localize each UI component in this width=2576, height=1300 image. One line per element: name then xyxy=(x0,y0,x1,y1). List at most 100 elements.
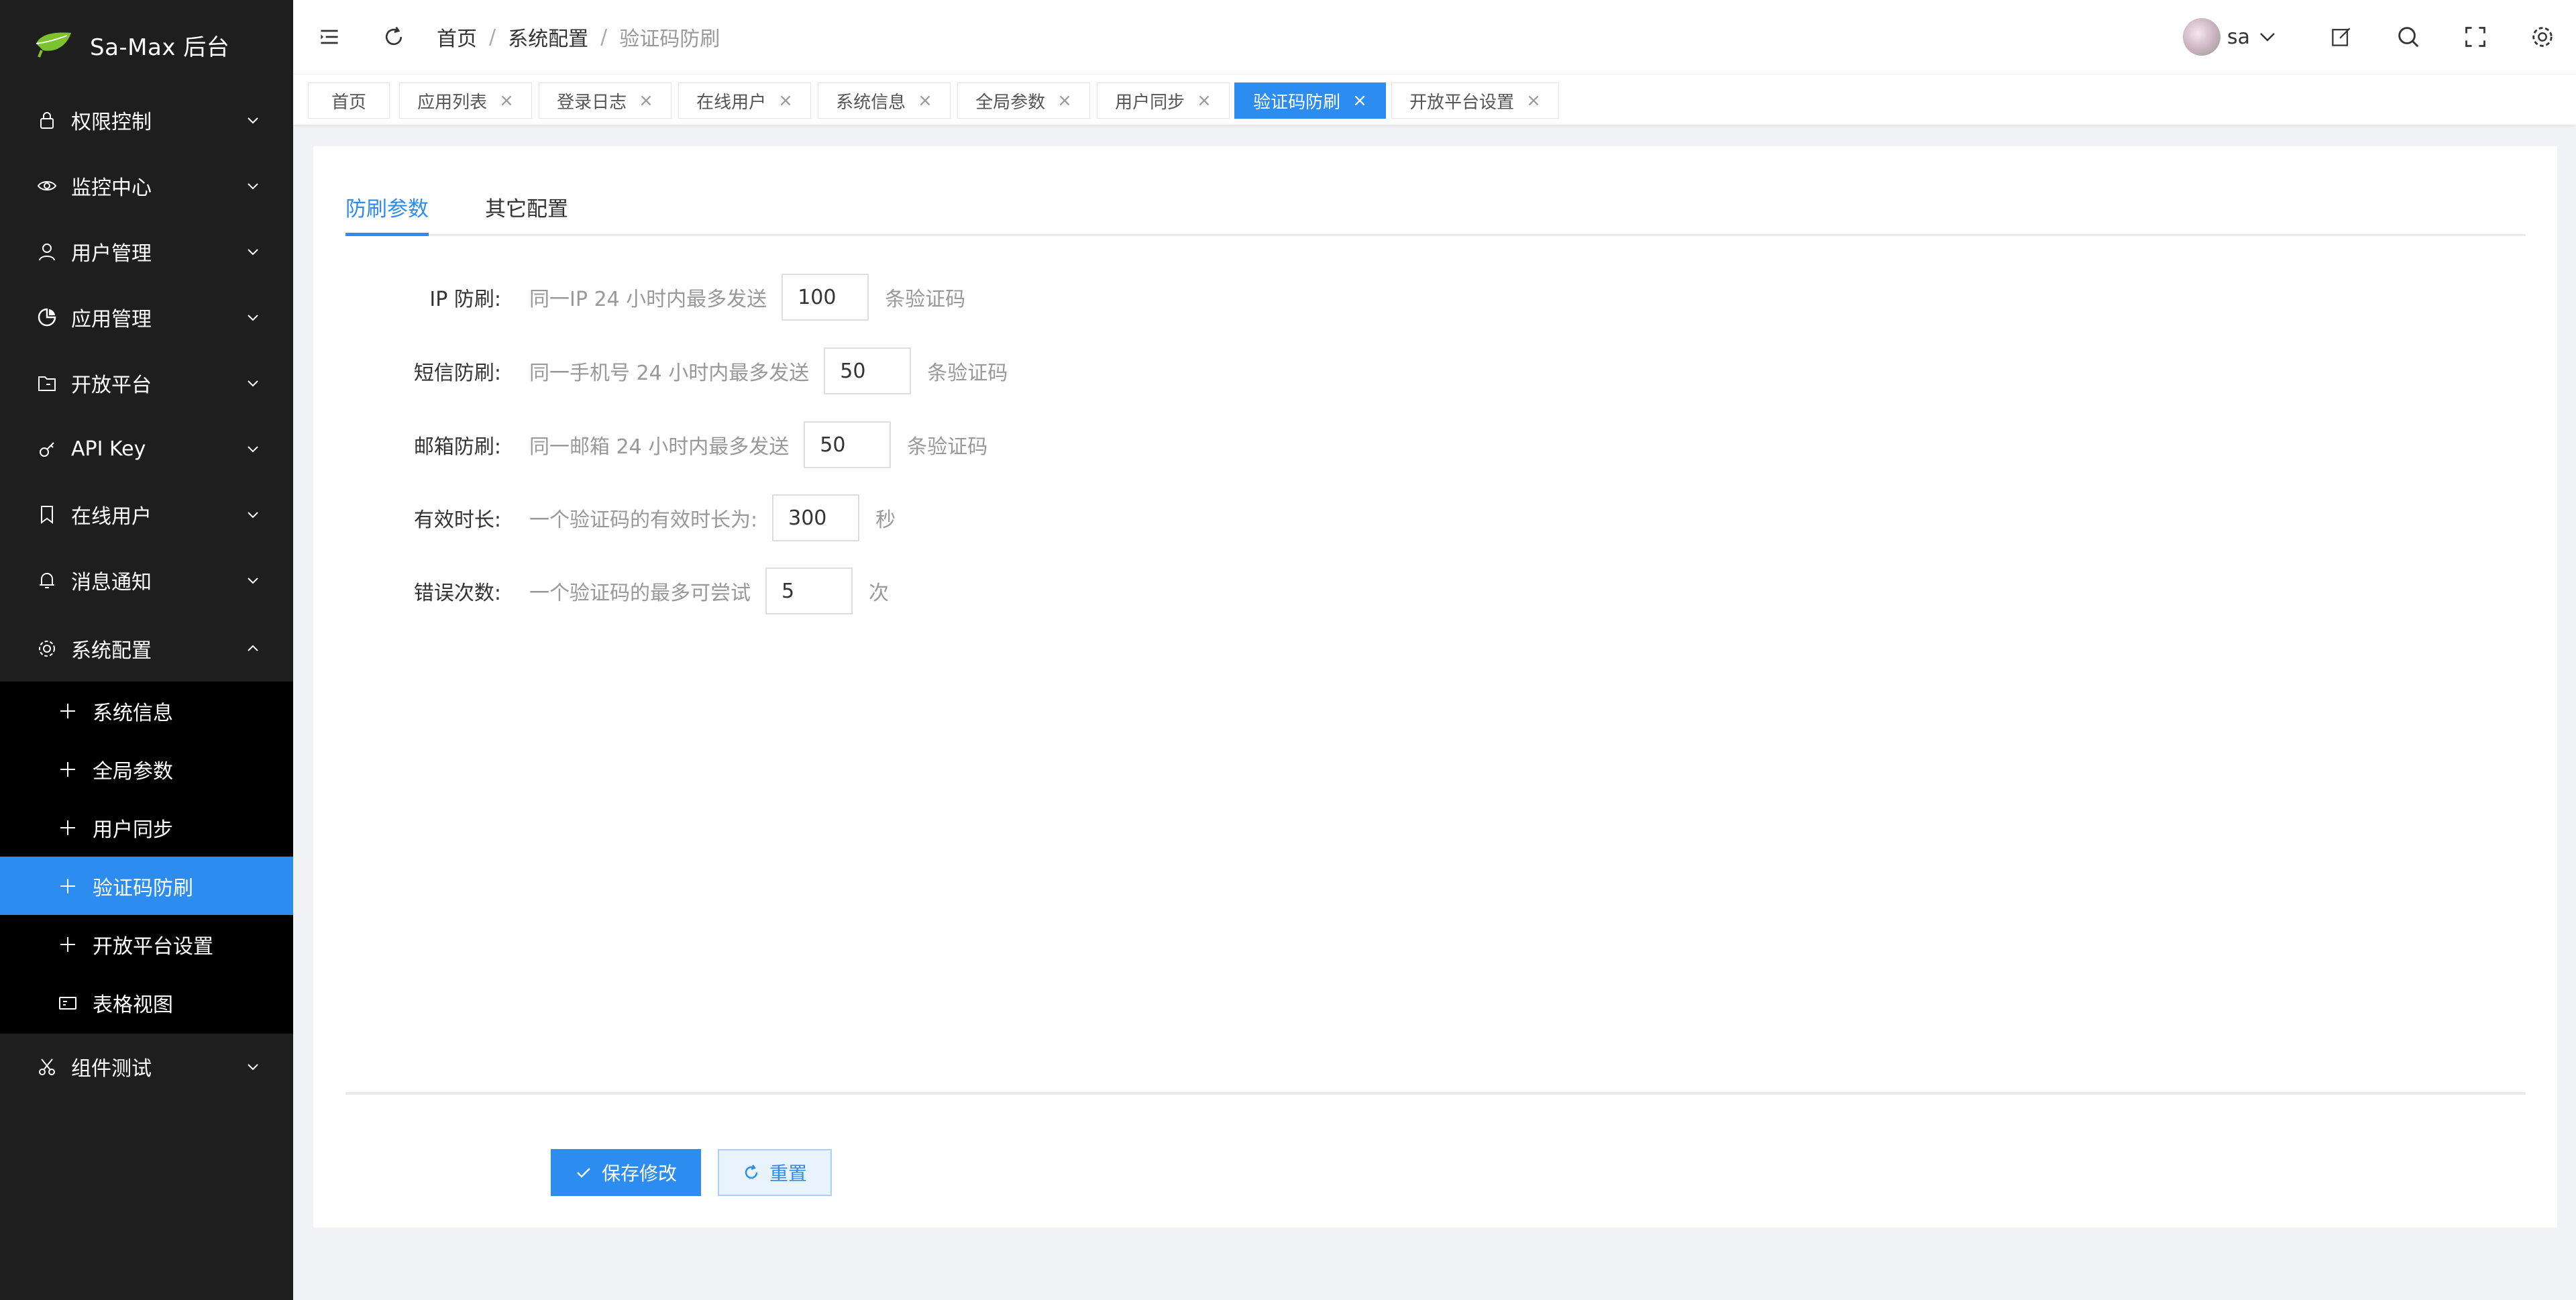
breadcrumb-home[interactable]: 首页 xyxy=(437,22,477,52)
tab-captcha-antispam[interactable]: 验证码防刷 × xyxy=(1234,83,1386,119)
tab-label: 全局参数 xyxy=(975,92,1046,113)
chevron-down-icon xyxy=(245,243,261,260)
form-description: 同一IP 24 小时内最多发送 xyxy=(529,288,767,311)
max-attempts-input[interactable] xyxy=(765,567,853,614)
form-row-ip-limit: IP 防刷: 同一IP 24 小时内最多发送 条验证码 xyxy=(345,274,965,321)
sidebar-subitem-label: 表格视图 xyxy=(93,993,173,1017)
chart-icon xyxy=(36,307,58,328)
email-limit-input[interactable] xyxy=(804,421,892,468)
form-unit: 条验证码 xyxy=(907,435,988,459)
sidebar-item-label: 开放平台 xyxy=(71,374,152,397)
edit-icon[interactable] xyxy=(2328,23,2355,50)
chevron-down-icon xyxy=(245,375,261,391)
chevron-down-icon xyxy=(245,506,261,523)
sidebar-item-system-config[interactable]: 系统配置 xyxy=(0,616,293,682)
sidebar-item-api-key[interactable]: API Key xyxy=(0,416,293,482)
save-button[interactable]: 保存修改 xyxy=(551,1149,701,1196)
sidebar-subitem-label: 开放平台设置 xyxy=(93,934,213,959)
sidebar-item-label: 应用管理 xyxy=(71,308,152,331)
scissors-icon xyxy=(36,1056,58,1077)
sidebar-subitem-label: 系统信息 xyxy=(93,701,173,725)
refresh-icon[interactable] xyxy=(380,23,407,50)
key-icon xyxy=(36,438,58,459)
form-description: 同一邮箱 24 小时内最多发送 xyxy=(529,435,790,459)
config-tabs: 防刷参数 其它配置 xyxy=(345,180,2526,236)
app-logo[interactable]: Sa-Max 后台 xyxy=(0,0,293,90)
breadcrumb-separator: / xyxy=(600,25,608,49)
tab-antispam-params[interactable]: 防刷参数 xyxy=(345,192,429,236)
form-label: 邮箱防刷: xyxy=(413,435,501,459)
tab-user-sync[interactable]: 用户同步 × xyxy=(1097,83,1230,119)
sidebar-subitem-global-params[interactable]: 全局参数 xyxy=(0,740,293,798)
sidebar-subitem-system-info[interactable]: 系统信息 xyxy=(0,682,293,740)
leaf-logo-icon xyxy=(36,32,71,58)
close-icon[interactable]: × xyxy=(918,91,932,111)
checkmark-icon xyxy=(575,1164,592,1181)
tab-open-platform-settings[interactable]: 开放平台设置 × xyxy=(1391,83,1559,119)
header-actions: sa xyxy=(2182,0,2576,74)
chevron-down-icon xyxy=(245,441,261,457)
bookmark-icon xyxy=(36,504,58,525)
tab-label: 验证码防刷 xyxy=(1253,92,1341,113)
save-button-label: 保存修改 xyxy=(601,1162,677,1185)
form-row-valid-duration: 有效时长: 一个验证码的有效时长为: 秒 xyxy=(345,494,896,541)
close-icon[interactable]: × xyxy=(778,91,793,111)
sidebar-item-label: 在线用户 xyxy=(71,505,152,529)
tab-other-config[interactable]: 其它配置 xyxy=(485,192,568,234)
sidebar-subitem-captcha-antispam[interactable]: 验证码防刷 xyxy=(0,857,293,915)
sidebar-item-apps[interactable]: 应用管理 xyxy=(0,284,293,350)
breadcrumb: 首页 / 系统配置 / 验证码防刷 xyxy=(437,22,720,52)
tab-app-list[interactable]: 应用列表 × xyxy=(399,83,532,119)
sidebar-subitem-open-platform-settings[interactable]: 开放平台设置 xyxy=(0,915,293,973)
sidebar-item-monitor[interactable]: 监控中心 xyxy=(0,153,293,219)
eye-icon xyxy=(36,175,58,197)
form-label: IP 防刷: xyxy=(429,288,501,311)
sidebar-subitem-table-view[interactable]: 表格视图 xyxy=(0,973,293,1032)
reset-button-label: 重置 xyxy=(769,1162,807,1185)
tab-home[interactable]: 首页 xyxy=(308,83,390,119)
close-icon[interactable]: × xyxy=(499,91,514,111)
sidebar-item-label: 消息通知 xyxy=(71,571,152,594)
tab-system-info[interactable]: 系统信息 × xyxy=(818,83,951,119)
close-icon[interactable]: × xyxy=(1526,91,1541,111)
sidebar-item-open-platform[interactable]: 开放平台 xyxy=(0,350,293,416)
plus-icon xyxy=(58,701,78,721)
tab-online-users[interactable]: 在线用户 × xyxy=(678,83,811,119)
tab-label: 首页 xyxy=(331,92,366,113)
valid-duration-input[interactable] xyxy=(772,494,860,541)
form-unit: 秒 xyxy=(875,508,896,532)
menu-toggle-icon[interactable] xyxy=(316,23,343,50)
close-icon[interactable]: × xyxy=(1057,91,1072,111)
reset-button[interactable]: 重置 xyxy=(718,1149,832,1196)
app-title: Sa-Max 后台 xyxy=(90,34,230,61)
chevron-down-icon xyxy=(245,309,261,325)
tab-login-log[interactable]: 登录日志 × xyxy=(539,83,672,119)
plus-icon xyxy=(58,759,78,779)
form-description: 同一手机号 24 小时内最多发送 xyxy=(529,362,810,385)
sidebar-item-component-test[interactable]: 组件测试 xyxy=(0,1034,293,1099)
sidebar-subitem-label: 全局参数 xyxy=(93,759,173,783)
close-icon[interactable]: × xyxy=(639,91,653,111)
form-row-sms-limit: 短信防刷: 同一手机号 24 小时内最多发送 条验证码 xyxy=(345,347,1008,394)
refresh-icon xyxy=(743,1164,760,1181)
breadcrumb-system-config[interactable]: 系统配置 xyxy=(508,22,588,52)
settings-gear-icon[interactable] xyxy=(2529,23,2556,50)
chevron-down-icon xyxy=(245,178,261,194)
sidebar-subitem-user-sync[interactable]: 用户同步 xyxy=(0,798,293,857)
sidebar-item-permission[interactable]: 权限控制 xyxy=(0,87,293,153)
ip-limit-input[interactable] xyxy=(782,274,869,321)
form-row-max-attempts: 错误次数: 一个验证码的最多可尝试 次 xyxy=(345,567,889,614)
sidebar-item-users[interactable]: 用户管理 xyxy=(0,219,293,284)
close-icon[interactable]: × xyxy=(1197,91,1212,111)
user-menu[interactable]: sa xyxy=(2182,18,2281,56)
sidebar-item-label: 用户管理 xyxy=(71,242,152,266)
fullscreen-icon[interactable] xyxy=(2462,23,2489,50)
close-icon[interactable]: × xyxy=(1352,91,1367,111)
gear-icon xyxy=(36,638,58,659)
sms-limit-input[interactable] xyxy=(824,347,912,394)
sidebar-item-online-users[interactable]: 在线用户 xyxy=(0,482,293,547)
tab-global-params[interactable]: 全局参数 × xyxy=(957,83,1090,119)
chevron-down-icon xyxy=(245,572,261,588)
search-icon[interactable] xyxy=(2395,23,2422,50)
sidebar-item-notifications[interactable]: 消息通知 xyxy=(0,547,293,613)
